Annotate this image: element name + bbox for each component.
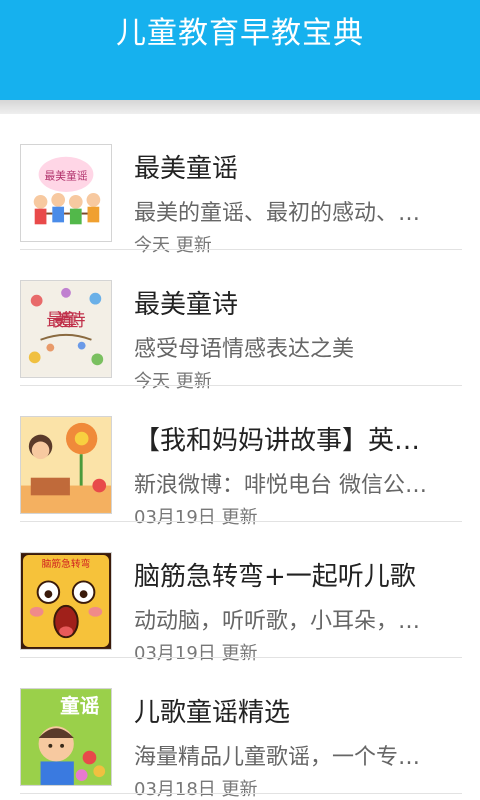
item-description: 海量精品儿童歌谣，一个专…: [134, 745, 421, 770]
kids-poem-thumbnail: 最美童诗: [20, 280, 112, 378]
item-title: 【我和妈妈讲故事】英…: [134, 426, 421, 456]
divider: [20, 793, 462, 794]
item-update-time: 03月18日 更新: [134, 779, 258, 800]
app-header: 儿童教育早教宝典: [0, 0, 480, 100]
child-with-flowers-thumbnail: 童谣: [20, 688, 112, 786]
app-title: 儿童教育早教宝典: [116, 16, 364, 51]
list-item[interactable]: 最美童诗 最美童诗 感受母语情感表达之美 今天 更新: [0, 250, 480, 392]
surprised-face-thumbnail: 脑筋急转弯: [20, 552, 112, 650]
list-item[interactable]: 脑筋急转弯 脑筋急转弯+一起听儿歌 动动脑，听听歌，小耳朵，… 03月19日 更…: [0, 522, 480, 664]
header-shadow: [0, 100, 480, 114]
item-title: 最美童诗: [134, 290, 239, 320]
kids-holding-hands-thumbnail: 最美童谣: [20, 144, 112, 242]
item-title: 最美童谣: [134, 154, 239, 184]
item-title: 儿歌童谣精选: [134, 698, 291, 728]
thumbnail-caption: 最美童诗: [46, 311, 85, 331]
album-list[interactable]: 最美童谣 最美童谣 最美的童谣、最初的感动、… 今天 更新 最美童诗 最美童诗 …: [0, 114, 480, 800]
list-item[interactable]: 最美童谣 最美童谣 最美的童谣、最初的感动、… 今天 更新: [0, 114, 480, 256]
list-item[interactable]: 【我和妈妈讲故事】英… 新浪微博：啡悦电台 微信公… 03月19日 更新: [0, 386, 480, 528]
item-description: 最美的童谣、最初的感动、…: [134, 201, 421, 226]
thumbnail-caption: 童谣: [60, 695, 99, 718]
list-item[interactable]: 童谣 儿歌童谣精选 海量精品儿童歌谣，一个专… 03月18日 更新: [0, 658, 480, 800]
thumbnail-caption: 脑筋急转弯: [42, 557, 91, 570]
girl-with-flower-thumbnail: [20, 416, 112, 514]
item-description: 新浪微博：啡悦电台 微信公…: [134, 473, 427, 498]
item-title: 脑筋急转弯+一起听儿歌: [134, 562, 416, 592]
thumbnail-caption: 最美童谣: [44, 169, 87, 182]
item-description: 动动脑，听听歌，小耳朵，…: [134, 609, 421, 634]
item-description: 感受母语情感表达之美: [134, 337, 355, 362]
